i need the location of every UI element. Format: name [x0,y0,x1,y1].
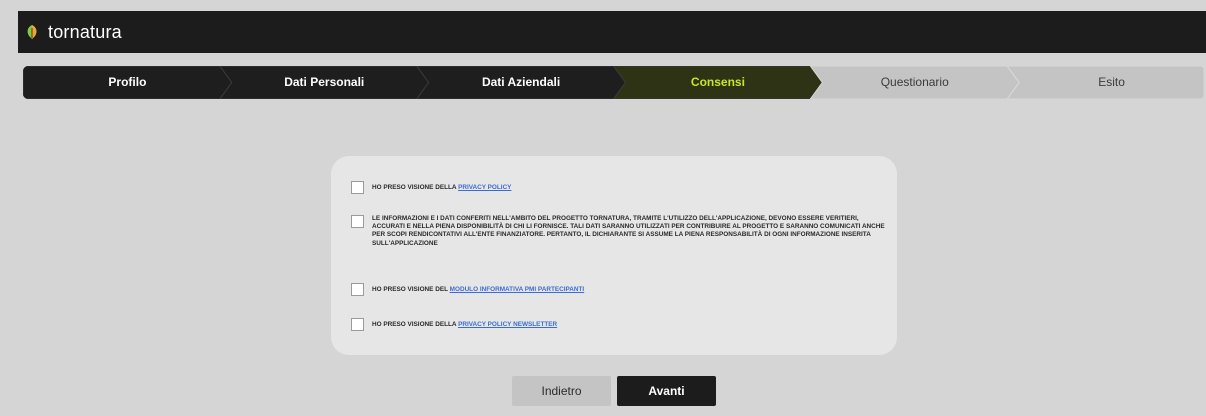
consent-prefix: HO PRESO VISIONE DELLA [372,184,459,191]
step-label-consensi: Consensi [690,75,745,89]
modulo-informativa-checkbox[interactable] [351,283,364,296]
top-bar: tornatura [18,11,1206,53]
step-label-esito: Esito [1098,75,1125,89]
newsletter-policy-checkbox[interactable] [351,318,364,331]
privacy-policy-checkbox[interactable] [351,181,364,194]
privacy-policy-link[interactable]: PRIVACY POLICY [458,184,511,191]
declaration-checkbox[interactable] [351,215,364,228]
consent-row-newsletter: HO PRESO VISIONE DELLA PRIVACY POLICY NE… [351,318,557,331]
consent-prefix: HO PRESO VISIONE DELLA [372,321,459,328]
progress-stepper: Profilo Dati Personali Dati Aziendali Conse… [23,66,1204,99]
consent-row-modulo: HO PRESO VISIONE DEL MODULO INFORMATIVA … [351,283,584,296]
consent-text: HO PRESO VISIONE DELLA PRIVACY POLICY [372,184,511,192]
back-button[interactable]: Indietro [512,376,611,406]
consent-row-privacy: HO PRESO VISIONE DELLA PRIVACY POLICY [351,181,511,194]
step-label-dati-personali: Dati Personali [284,75,365,89]
consents-card: HO PRESO VISIONE DELLA PRIVACY POLICY LE… [331,156,897,355]
consent-row-declaration: LE INFORMAZIONI E I DATI CONFERITI NELL'… [351,215,892,248]
consent-text: HO PRESO VISIONE DEL MODULO INFORMATIVA … [372,286,584,294]
logo[interactable]: tornatura [24,22,122,43]
leaf-logo-icon [27,25,37,39]
step-label-profilo: Profilo [108,75,147,89]
consent-prefix: HO PRESO VISIONE DEL [372,286,450,293]
modulo-informativa-link[interactable]: MODULO INFORMATIVA PMI PARTECIPANTI [450,286,585,293]
step-label-questionario: Questionario [880,75,949,89]
next-button[interactable]: Avanti [617,376,716,406]
privacy-policy-newsletter-link[interactable]: PRIVACY POLICY NEWSLETTER [458,321,557,328]
step-label-dati-aziendali: Dati Aziendali [481,75,561,89]
logo-text: tornatura [48,21,122,42]
declaration-text: LE INFORMAZIONI E I DATI CONFERITI NELL'… [372,215,885,247]
consent-text: HO PRESO VISIONE DELLA PRIVACY POLICY NE… [372,321,557,329]
